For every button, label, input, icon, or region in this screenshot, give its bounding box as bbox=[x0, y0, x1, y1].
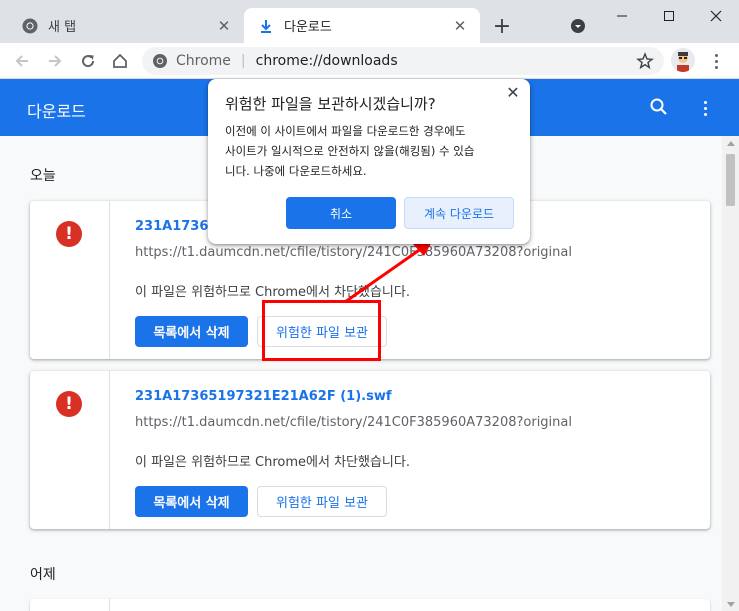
scrollbar-thumb[interactable] bbox=[726, 154, 735, 206]
search-button[interactable] bbox=[649, 97, 669, 117]
download-icon-column: ! bbox=[30, 201, 110, 359]
dialog-message-line: 니다. 나중에 다운로드하세요. bbox=[225, 164, 367, 178]
omnibox-url: chrome://downloads bbox=[255, 53, 398, 69]
more-options-button[interactable] bbox=[700, 98, 710, 118]
omnibox-separator: | bbox=[240, 53, 246, 69]
avatar-icon bbox=[671, 48, 695, 72]
home-button[interactable] bbox=[108, 49, 132, 73]
back-arrow-icon bbox=[15, 55, 28, 67]
back-button[interactable] bbox=[10, 49, 34, 73]
danger-icon: ! bbox=[56, 391, 82, 417]
remove-from-list-button[interactable]: 목록에서 삭제 bbox=[135, 486, 248, 517]
maximize-button[interactable] bbox=[646, 0, 692, 32]
tab-downloads[interactable]: 다운로드 ✕ bbox=[244, 8, 480, 43]
keep-dangerous-file-button[interactable]: 위험한 파일 보관 bbox=[257, 486, 387, 517]
close-icon[interactable]: ✕ bbox=[504, 83, 522, 102]
download-source-url[interactable]: https://t1.daumcdn.net/cfile/tistory/241… bbox=[135, 415, 572, 430]
download-icon bbox=[258, 18, 274, 34]
download-status: 이 파일은 위험하므로 Chrome에서 차단했습니다. bbox=[135, 455, 410, 470]
bookmark-star-icon[interactable] bbox=[636, 52, 654, 70]
reload-button[interactable] bbox=[76, 49, 100, 73]
download-item: ! 231A17365197321E21A62F (1).swf https:/… bbox=[30, 371, 710, 529]
omnibox[interactable]: Chrome | chrome://downloads bbox=[142, 47, 664, 75]
close-icon[interactable]: ✕ bbox=[214, 16, 234, 36]
close-icon[interactable]: ✕ bbox=[450, 16, 470, 36]
forward-button[interactable] bbox=[43, 49, 67, 73]
section-yesterday: 어제 bbox=[30, 567, 56, 583]
download-status: 이 파일은 위험하므로 Chrome에서 차단했습니다. bbox=[135, 285, 410, 300]
tab-title: 다운로드 bbox=[284, 20, 332, 35]
cancel-button[interactable]: 취소 bbox=[286, 197, 396, 229]
chrome-menu-button[interactable] bbox=[706, 49, 726, 73]
download-icon-column: ! bbox=[30, 371, 110, 529]
browser-window: 새 탭 ✕ 다운로드 ✕ + Chrome | chrome://downloa… bbox=[0, 0, 739, 611]
omnibox-scheme: Chrome bbox=[176, 53, 231, 69]
tab-strip: 새 탭 ✕ 다운로드 ✕ + bbox=[0, 0, 739, 43]
chrome-icon bbox=[22, 18, 38, 34]
danger-icon: ! bbox=[56, 221, 82, 247]
scroll-down-arrow-icon[interactable] bbox=[727, 602, 735, 607]
profile-avatar[interactable] bbox=[671, 48, 695, 72]
new-tab-button[interactable]: + bbox=[490, 14, 514, 39]
chrome-icon bbox=[152, 53, 168, 69]
continue-download-button[interactable]: 계속 다운로드 bbox=[404, 197, 514, 229]
minimize-button[interactable] bbox=[599, 0, 645, 32]
dialog-message: 이전에 이 사이트에서 파일을 다운로드한 경우에도 사이트가 일시적으로 안전… bbox=[225, 121, 515, 181]
keep-dangerous-file-dialog: 위험한 파일을 보관하시겠습니까? ✕ 이전에 이 사이트에서 파일을 다운로드… bbox=[208, 79, 530, 244]
scrollbar[interactable] bbox=[722, 136, 739, 611]
section-today: 오늘 bbox=[30, 168, 56, 184]
page-title: 다운로드 bbox=[27, 102, 86, 121]
forward-arrow-icon bbox=[49, 55, 62, 67]
chevron-down-icon bbox=[571, 19, 585, 33]
window-close-button[interactable] bbox=[693, 0, 739, 32]
reload-icon bbox=[82, 55, 95, 68]
scroll-up-arrow-icon[interactable] bbox=[727, 141, 735, 146]
tab-title: 새 탭 bbox=[48, 20, 77, 35]
download-source-url[interactable]: https://t1.daumcdn.net/cfile/tistory/241… bbox=[135, 245, 572, 260]
remove-from-list-button[interactable]: 목록에서 삭제 bbox=[135, 316, 248, 347]
dialog-message-line: 이전에 이 사이트에서 파일을 다운로드한 경우에도 bbox=[225, 124, 466, 138]
search-icon bbox=[650, 98, 667, 115]
dialog-message-line: 사이트가 일시적으로 안전하지 않을(해킹됨) 수 있습 bbox=[225, 144, 475, 158]
download-filename-link[interactable]: 231A17365197321E21A62F (1).swf bbox=[135, 389, 392, 404]
home-icon bbox=[113, 53, 127, 68]
annotation-highlight-box bbox=[262, 300, 381, 361]
download-icon-column bbox=[30, 599, 110, 611]
dialog-title: 위험한 파일을 보관하시겠습니까? bbox=[225, 95, 436, 113]
tab-search-button[interactable] bbox=[568, 16, 588, 36]
toolbar: Chrome | chrome://downloads bbox=[0, 43, 739, 79]
tab-new-tab[interactable]: 새 탭 ✕ bbox=[8, 8, 244, 43]
download-item bbox=[30, 599, 710, 611]
